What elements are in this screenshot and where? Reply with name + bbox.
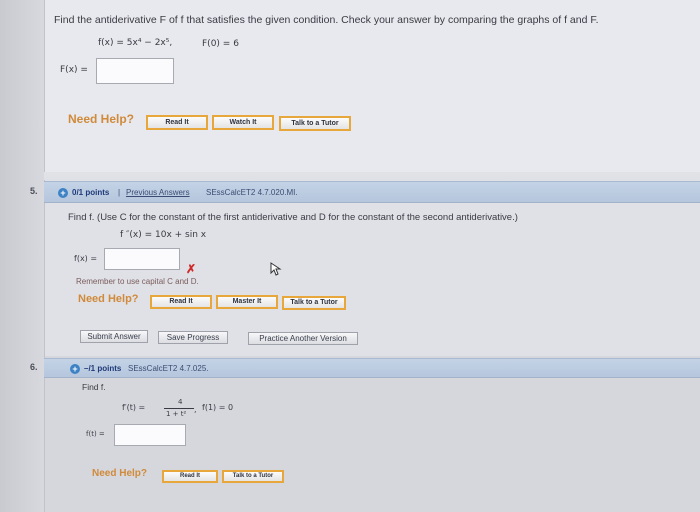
expand-plus-icon[interactable]: + <box>70 364 80 374</box>
submit-answer-button[interactable]: Submit Answer <box>80 330 148 343</box>
question-5-points: 0/1 points <box>72 188 109 197</box>
question-6-function-lhs: f′(t) = <box>122 403 146 412</box>
previous-question-answer-input[interactable] <box>96 58 174 84</box>
remember-hint: Remember to use capital C and D. <box>76 277 199 286</box>
question-5-prompt: Find f. (Use C for the constant of the f… <box>68 212 518 223</box>
previous-read-it-button[interactable]: Read It <box>146 115 208 130</box>
question-6-condition: f(1) = 0 <box>202 403 234 412</box>
question-6-function-numerator: 4 <box>178 398 183 406</box>
incorrect-x-icon: ✗ <box>186 262 197 276</box>
question-6-answer-input[interactable] <box>114 424 186 446</box>
question-6-read-it-button[interactable]: Read It <box>162 470 218 483</box>
previous-question-prompt: Find the antiderivative F of f that sati… <box>54 14 599 26</box>
question-5-source: SEssCalcET2 4.7.020.MI. <box>206 188 298 197</box>
question-5-function: f ″(x) = 10x + sin x <box>120 230 207 240</box>
question-5-answer-label: f(x) = <box>74 254 98 263</box>
points-value: –/1 points <box>84 364 122 373</box>
previous-need-help-label: Need Help? <box>68 112 135 126</box>
question-6-source: SEssCalcET2 4.7.025. <box>128 364 209 373</box>
question-6-points: –/1 points <box>84 364 121 373</box>
points-value: 0/1 points <box>72 188 110 197</box>
question-5-talk-to-tutor-button[interactable]: Talk to a Tutor <box>282 296 346 310</box>
practice-another-version-button[interactable]: Practice Another Version <box>248 332 358 345</box>
previous-question-answer-label: F(x) = <box>60 65 88 75</box>
previous-answers-link[interactable]: Previous Answers <box>126 188 190 197</box>
question-5-master-it-button[interactable]: Master It <box>216 295 278 309</box>
question-6-function-denominator: 1 + t² <box>166 410 187 418</box>
previous-question-condition: F(0) = 6 <box>202 39 239 49</box>
save-progress-button[interactable]: Save Progress <box>158 331 228 344</box>
question-6-function-comma: , <box>194 405 197 414</box>
question-6-prompt: Find f. <box>82 382 106 392</box>
question-5-read-it-button[interactable]: Read It <box>150 295 212 309</box>
question-6-answer-label: f(t) = <box>86 430 105 438</box>
question-6-talk-to-tutor-button[interactable]: Talk to a Tutor <box>222 470 284 483</box>
previous-talk-to-tutor-button[interactable]: Talk to a Tutor <box>279 116 351 131</box>
previous-question-function: f(x) = 5x⁴ − 2x⁵, <box>98 38 173 48</box>
question-5-number: 5. <box>30 186 38 196</box>
question-6-number: 6. <box>30 362 38 372</box>
question-5-answer-input[interactable] <box>104 248 180 270</box>
webassign-page: Find the antiderivative F of f that sati… <box>0 0 700 512</box>
question-5-separator: | <box>118 188 121 197</box>
question-6-need-help-label: Need Help? <box>92 468 148 479</box>
expand-plus-icon[interactable]: + <box>58 188 68 198</box>
left-rail <box>0 0 44 512</box>
fraction-bar <box>164 408 194 409</box>
previous-watch-it-button[interactable]: Watch It <box>212 115 274 130</box>
question-5-need-help-label: Need Help? <box>78 293 139 305</box>
mouse-cursor-icon <box>270 262 282 276</box>
